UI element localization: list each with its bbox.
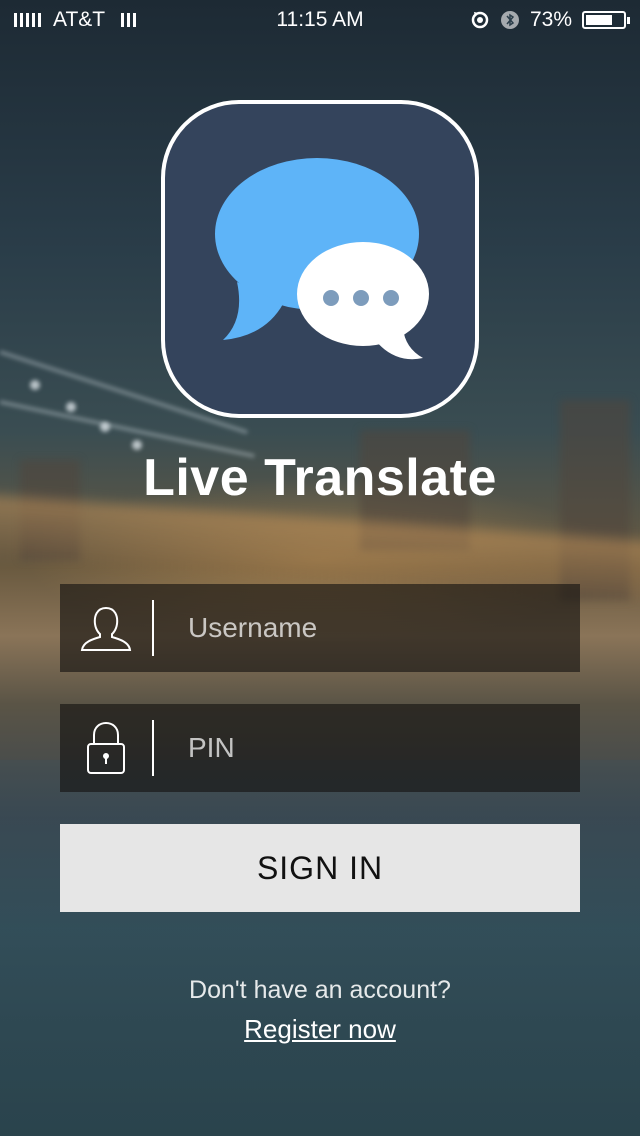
username-field-container (60, 584, 580, 672)
app-title: Live Translate (143, 449, 497, 507)
app-logo (161, 100, 479, 418)
status-bar: AT&T 11:15 AM 73% (0, 0, 640, 40)
sign-in-button[interactable]: SIGN IN (60, 824, 580, 912)
bluetooth-icon (500, 11, 519, 29)
register-link[interactable]: Register now (0, 1014, 640, 1045)
no-account-prompt: Don't have an account? (189, 976, 451, 1004)
battery-percent: 73% (529, 8, 572, 31)
rotation-lock-icon (471, 11, 489, 29)
lock-icon (87, 721, 125, 774)
battery-icon (582, 11, 630, 29)
username-input[interactable] (154, 584, 580, 672)
chat-bubbles-icon (215, 158, 429, 360)
pin-field-container (60, 704, 580, 792)
user-icon (80, 606, 132, 651)
pin-input[interactable] (154, 704, 580, 792)
